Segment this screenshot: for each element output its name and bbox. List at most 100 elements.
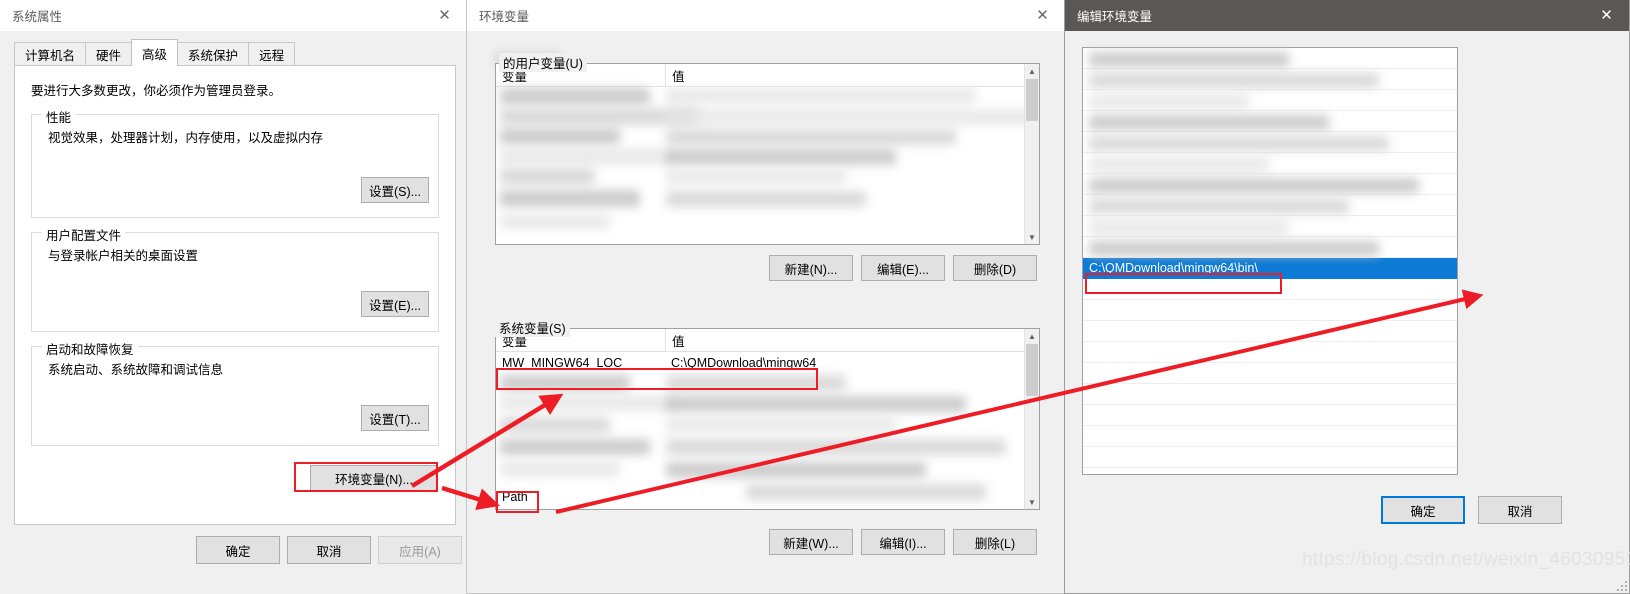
startup-recovery-settings-button[interactable]: 设置(T)...	[361, 405, 429, 431]
system-properties-tabstrip: 计算机名 硬件 高级 系统保护 远程	[14, 39, 454, 66]
censored-entry	[1089, 94, 1249, 109]
user-new-button[interactable]: 新建(N)...	[769, 255, 853, 281]
performance-settings-button[interactable]: 设置(S)...	[361, 177, 429, 203]
cancel-button[interactable]: 取消	[287, 536, 371, 564]
apply-button: 应用(A)	[378, 536, 462, 564]
censored-cell	[666, 417, 896, 433]
list-item[interactable]	[1083, 426, 1457, 447]
censored-entry	[1089, 199, 1349, 214]
user-variables-scrollbar[interactable]: ▲ ▼	[1024, 64, 1039, 244]
user-profiles-group-text: 与登录帐户相关的桌面设置	[48, 249, 199, 263]
censored-cell	[666, 439, 1006, 455]
tab-advanced[interactable]: 高级	[131, 39, 179, 66]
censored-entry	[1089, 52, 1289, 67]
censored-cell	[666, 129, 956, 145]
scroll-down-icon[interactable]: ▼	[1025, 230, 1039, 244]
censored-entry	[1089, 157, 1269, 172]
ok-button[interactable]: 确定	[196, 536, 280, 564]
user-profiles-group: 用户配置文件 与登录帐户相关的桌面设置 设置(E)...	[31, 225, 439, 332]
censored-entry	[1089, 241, 1379, 256]
censored-cell	[500, 190, 640, 207]
list-item[interactable]	[1083, 405, 1457, 426]
resize-grip-icon[interactable]	[1617, 581, 1627, 591]
annotation-box-path-row	[496, 491, 539, 513]
system-delete-button[interactable]: 删除(L)	[953, 529, 1037, 555]
censored-cell	[666, 462, 926, 478]
censored-cell	[500, 395, 675, 411]
censored-cell	[500, 214, 610, 229]
edit-environment-variable-window: 编辑环境变量 ✕ C:\QMDownload\mingw64\bin\ 确定 取…	[1064, 0, 1630, 594]
startup-recovery-group-legend: 启动和故障恢复	[42, 339, 138, 358]
list-item[interactable]	[1083, 300, 1457, 321]
censored-cell	[500, 128, 620, 145]
scroll-up-icon[interactable]: ▲	[1025, 64, 1039, 78]
annotation-box-selected-path-entry	[1085, 273, 1282, 294]
list-item[interactable]	[1083, 447, 1457, 468]
tab-computer-name[interactable]: 计算机名	[14, 42, 87, 66]
annotation-box-system-variable-row	[496, 368, 818, 390]
startup-recovery-group: 启动和故障恢复 系统启动、系统故障和调试信息 设置(T)...	[31, 339, 439, 446]
censored-cell	[500, 417, 610, 433]
system-variables-scrollbar[interactable]: ▲ ▼	[1024, 329, 1039, 509]
advanced-tab-panel: 要进行大多数更改，你必须作为管理员登录。 性能 视觉效果，处理器计划，内存使用，…	[14, 65, 456, 525]
close-icon[interactable]: ✕	[1584, 0, 1629, 31]
system-new-button[interactable]: 新建(W)...	[769, 529, 853, 555]
censored-entry	[1089, 178, 1419, 193]
scroll-down-icon[interactable]: ▼	[1025, 495, 1039, 509]
scroll-up-icon[interactable]: ▲	[1025, 329, 1039, 343]
censored-cell	[500, 88, 650, 105]
user-variables-column-value: 值	[672, 69, 685, 84]
system-variables-header: 变量 值	[496, 329, 1039, 352]
censored-entry	[1089, 136, 1389, 151]
system-properties-window: 系统属性 ✕ 计算机名 硬件 高级 系统保护 远程 要进行大多数更改，你必须作为…	[0, 0, 468, 594]
close-icon[interactable]: ✕	[1020, 0, 1065, 31]
list-item[interactable]	[1083, 363, 1457, 384]
system-variables-list[interactable]: 变量 值 MW_MINGW64_LOC C:\QMDownload\mingw6…	[495, 328, 1040, 510]
censored-cell	[666, 149, 896, 165]
censored-cell	[666, 109, 1034, 125]
tab-remote[interactable]: 远程	[248, 42, 296, 66]
censored-cell	[500, 168, 595, 185]
edit-env-ok-button[interactable]: 确定	[1381, 496, 1465, 524]
user-variables-label: 的用户变量(U)	[499, 53, 587, 72]
scroll-thumb[interactable]	[1026, 344, 1038, 396]
user-profiles-settings-button[interactable]: 设置(E)...	[361, 291, 429, 317]
annotation-box-environment-variables-button	[294, 462, 438, 492]
tab-system-protection[interactable]: 系统保护	[177, 42, 250, 66]
edit-env-cancel-button[interactable]: 取消	[1478, 496, 1562, 524]
performance-group: 性能 视觉效果，处理器计划，内存使用，以及虚拟内存 设置(S)...	[31, 107, 439, 218]
user-variables-list[interactable]: 变量 值 ▲ ▼	[495, 63, 1040, 245]
list-item[interactable]	[1083, 384, 1457, 405]
list-item[interactable]	[1083, 342, 1457, 363]
censored-cell	[666, 169, 846, 185]
censored-cell	[500, 439, 650, 455]
system-properties-title: 系统属性	[12, 10, 63, 24]
censored-entry	[1089, 73, 1379, 88]
censored-cell	[666, 88, 976, 104]
censored-cell	[746, 484, 986, 500]
watermark-text: https://blog.csdn.net/weixin_46030951	[1302, 549, 1630, 570]
user-edit-button[interactable]: 编辑(E)...	[861, 255, 945, 281]
user-delete-button[interactable]: 删除(D)	[953, 255, 1037, 281]
scroll-thumb[interactable]	[1026, 79, 1038, 121]
environment-variables-title: 环境变量	[479, 10, 530, 24]
user-profiles-group-legend: 用户配置文件	[42, 225, 126, 244]
system-variables-column-value: 值	[672, 334, 685, 349]
censored-cell	[500, 148, 675, 165]
tab-hardware[interactable]: 硬件	[85, 42, 133, 66]
edit-env-title: 编辑环境变量	[1077, 10, 1153, 24]
admin-hint-text: 要进行大多数更改，你必须作为管理员登录。	[31, 84, 282, 98]
performance-group-text: 视觉效果，处理器计划，内存使用，以及虚拟内存	[48, 131, 324, 145]
environment-variables-window: 环境变量 ✕ 的用户变量(U) 变量 值 ▲ ▼ 新建(N)... 编辑(E).…	[466, 0, 1066, 594]
startup-recovery-group-text: 系统启动、系统故障和调试信息	[48, 363, 224, 377]
censored-entry	[1089, 115, 1329, 130]
censored-cell	[666, 191, 866, 207]
list-item[interactable]	[1083, 321, 1457, 342]
censored-cell	[666, 396, 966, 412]
environment-variables-titlebar: 环境变量 ✕	[467, 0, 1065, 31]
close-icon[interactable]: ✕	[422, 0, 467, 31]
path-entries-list[interactable]: C:\QMDownload\mingw64\bin\	[1082, 47, 1458, 475]
system-properties-titlebar: 系统属性 ✕	[0, 0, 467, 31]
system-edit-button[interactable]: 编辑(I)...	[861, 529, 945, 555]
censored-entry	[1089, 220, 1289, 235]
